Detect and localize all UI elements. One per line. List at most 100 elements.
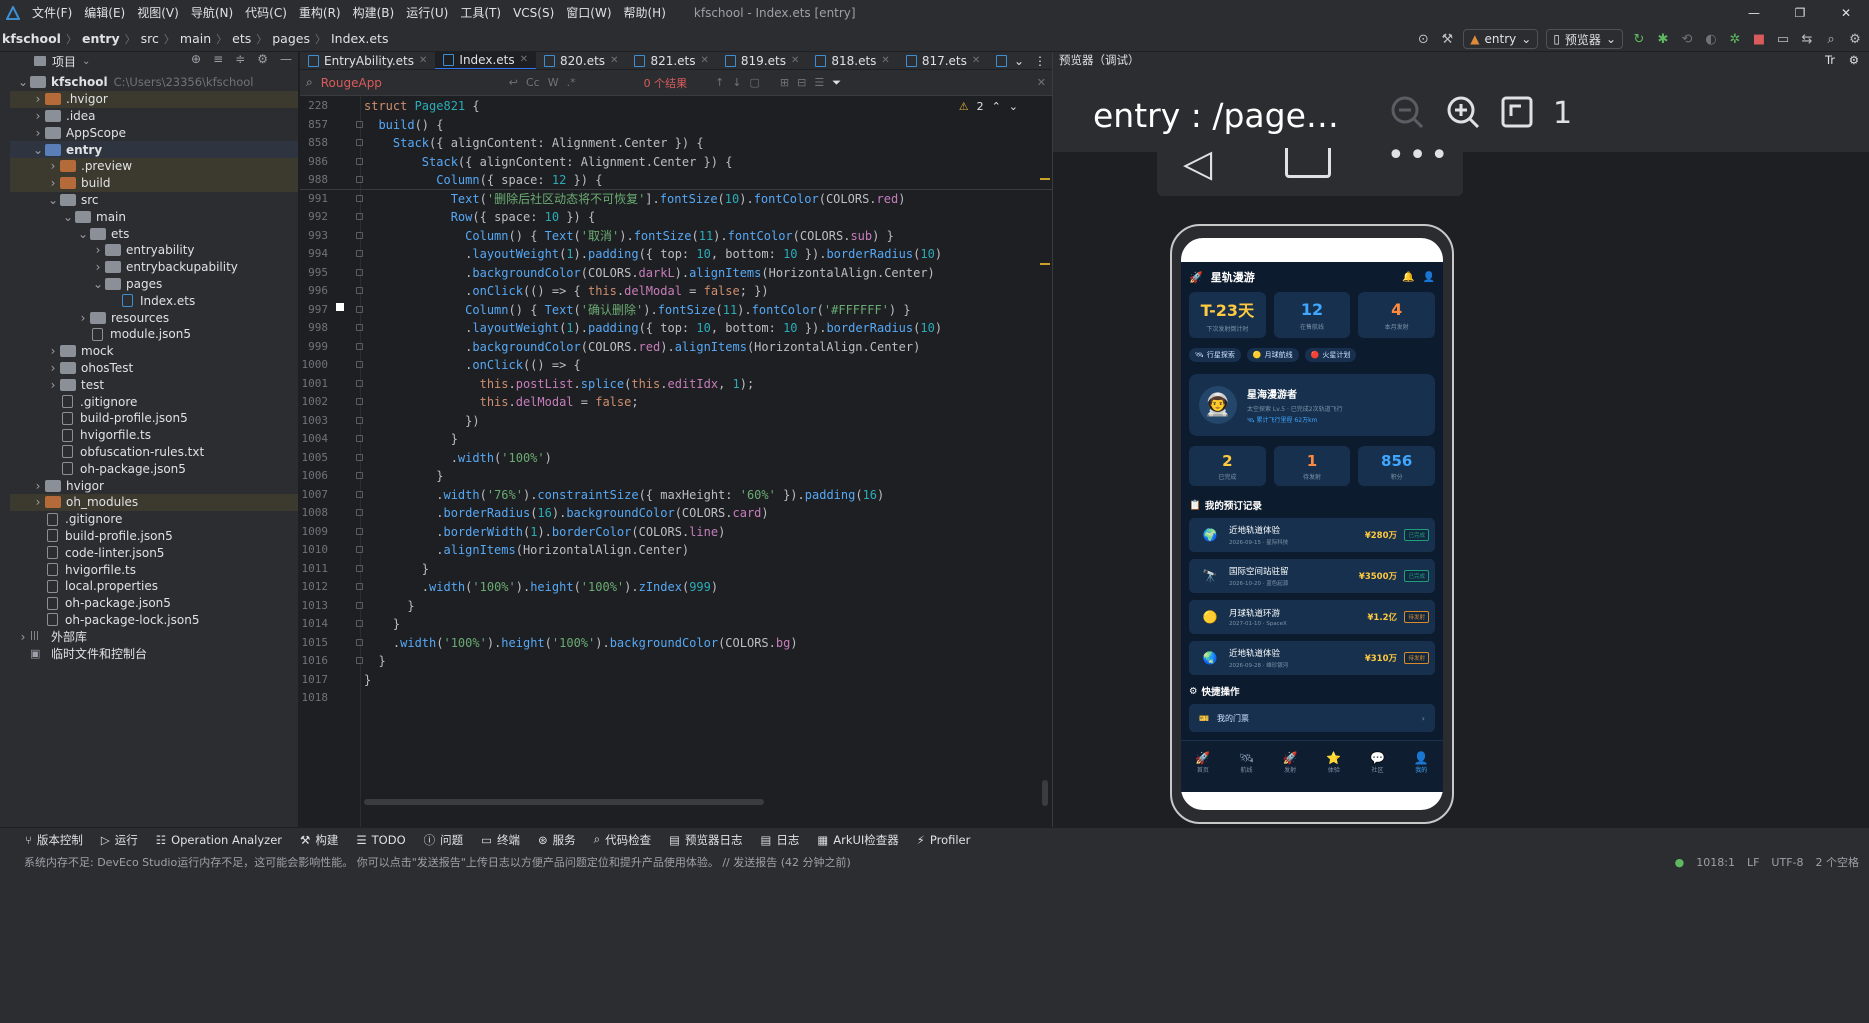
breadcrumb-item[interactable]: ets <box>230 31 253 46</box>
booking-item[interactable]: 🟡 月球轨道环游 2027-01-10 · SpaceX ¥1.2亿 待发射 <box>1189 600 1435 634</box>
close-tab-icon[interactable]: ✕ <box>791 55 799 66</box>
fold-marker[interactable] <box>356 120 363 128</box>
menu-item[interactable]: 导航(N) <box>185 0 239 26</box>
file-encoding[interactable]: UTF-8 <box>1771 856 1803 869</box>
chevron-right-icon[interactable]: › <box>46 159 60 173</box>
breadcrumb-item[interactable]: entry <box>80 31 122 46</box>
chevron-right-icon[interactable]: › <box>31 479 45 493</box>
fold-marker[interactable] <box>356 416 363 424</box>
fold-marker[interactable] <box>356 453 363 461</box>
chevron-down-icon[interactable]: ⌄ <box>82 56 90 67</box>
fold-marker[interactable] <box>356 324 363 331</box>
expand-all-icon[interactable]: ≑ <box>235 52 245 66</box>
bell-icon[interactable]: 🔔 <box>1402 272 1414 283</box>
tree-item[interactable]: › AppScope <box>10 124 298 141</box>
fold-marker[interactable] <box>356 398 363 405</box>
quick-item-tickets[interactable]: 🎫 我的门票 › <box>1189 704 1435 732</box>
chevron-right-icon[interactable]: › <box>16 630 30 644</box>
breakpoint-marker[interactable] <box>336 303 344 311</box>
attach-icon[interactable]: ⟲ <box>1679 31 1695 47</box>
chevron-down-icon[interactable]: ⌄ <box>31 143 45 157</box>
chevron-right-icon[interactable]: › <box>76 311 90 325</box>
fold-marker[interactable] <box>356 287 363 294</box>
inspection-widget[interactable]: ⚠ 2 ⌃ ⌄ <box>959 100 1018 113</box>
chevron-right-icon[interactable]: › <box>91 260 105 274</box>
tree-item[interactable]: › entrybackupability <box>10 259 298 276</box>
tool-window-button[interactable]: ⚡ Profiler <box>908 833 980 847</box>
tabs-overflow[interactable]: ⌄ ⋮ <box>1007 52 1052 69</box>
close-tab-icon[interactable]: ✕ <box>881 55 889 66</box>
fold-marker[interactable] <box>356 139 363 146</box>
status-message[interactable]: 系统内存不足: DevEco Studio运行内存不足，这可能会影响性能。 你可… <box>24 854 851 870</box>
tree-item[interactable]: › .hvigor <box>10 90 298 108</box>
close-tab-icon[interactable]: ✕ <box>610 55 618 66</box>
preview-route[interactable]: entry : /page… <box>1093 96 1339 135</box>
tree-item[interactable]: ⌄ kfschool C:\Users\23356\kfschool <box>10 74 298 91</box>
search-icon[interactable]: ⌕ <box>1823 31 1839 47</box>
tool-window-button[interactable]: ▤ 日志 <box>751 832 808 848</box>
menu-item[interactable]: 工具(T) <box>454 0 507 26</box>
line-separator[interactable]: LF <box>1747 856 1759 869</box>
tree-item[interactable]: › build <box>10 174 298 192</box>
profile-card[interactable]: 👨‍🚀 星海漫游者 太空探索 Lv.5 · 已完成2次轨道飞行 🛰 累计飞行里程… <box>1189 374 1435 436</box>
tree-item[interactable]: ⌄ src <box>10 192 298 209</box>
horizontal-scrollbar[interactable] <box>364 799 764 805</box>
chevron-right-icon[interactable]: › <box>31 495 45 509</box>
tree-item[interactable]: › ohosTest <box>10 360 298 377</box>
tool-window-button[interactable]: ▤ 预览器日志 <box>660 832 751 848</box>
select-all-icon[interactable]: ▢ <box>750 76 760 89</box>
tree-item[interactable]: hvigorfile.ts <box>10 561 298 578</box>
chevron-down-icon[interactable]: ⌄ <box>91 277 105 291</box>
breadcrumb-item[interactable]: src <box>139 31 161 46</box>
tree-item[interactable]: .gitignore <box>10 393 298 410</box>
tool-window-button[interactable]: ⓘ 问题 <box>415 832 473 848</box>
tree-item[interactable]: ⌄ entry <box>10 141 298 158</box>
fold-marker[interactable] <box>356 176 363 183</box>
tree-item[interactable]: › .idea <box>10 108 298 125</box>
gear-icon[interactable]: ⚙ <box>257 52 268 66</box>
tree-item[interactable]: ⌄ pages <box>10 276 298 293</box>
chevron-down-icon[interactable]: ⌄ <box>76 227 90 241</box>
locate-icon[interactable]: ⊕ <box>191 52 201 66</box>
booking-item[interactable]: 🌏 近地轨道体验 2026-09-28 · 维珍银河 ¥310万 待发射 <box>1189 641 1435 675</box>
fold-marker[interactable] <box>356 194 363 202</box>
font-size-icon[interactable]: Tr <box>1825 53 1835 67</box>
hammer-icon[interactable]: ⚒ <box>1439 31 1455 47</box>
chevron-right-icon[interactable]: › <box>31 126 45 140</box>
fold-marker[interactable] <box>356 490 363 498</box>
breadcrumb-item[interactable]: pages <box>270 31 312 46</box>
booking-item[interactable]: 🌍 近地轨道体验 2026-09-15 · 星际科技 ¥280万 已完成 <box>1189 518 1435 552</box>
tool-window-button[interactable]: ⊛ 服务 <box>529 832 585 848</box>
settings-icon[interactable]: ⚙ <box>1847 31 1863 47</box>
tree-item[interactable]: › resources <box>10 309 298 326</box>
menu-item[interactable]: 文件(F) <box>26 0 78 26</box>
rerun-icon[interactable]: ↻ <box>1631 31 1647 47</box>
tool-window-button[interactable]: ☷ Operation Analyzer <box>147 833 291 847</box>
summary-card[interactable]: 1 待发射 <box>1273 446 1351 486</box>
indent-setting[interactable]: 2 个空格 <box>1816 854 1860 870</box>
run-config-select[interactable]: ▲ entry ⌄ <box>1463 29 1539 49</box>
match-case-icon[interactable]: Cc <box>526 76 540 89</box>
tree-item[interactable]: oh-package.json5 <box>10 460 298 477</box>
tree-item[interactable]: build-profile.json5 <box>10 410 298 427</box>
tree-item[interactable]: ⌄ ets <box>10 225 298 242</box>
tree-item[interactable]: › mock <box>10 343 298 360</box>
summary-card[interactable]: 856 积分 <box>1358 446 1436 486</box>
fold-marker[interactable] <box>356 157 363 165</box>
fold-marker[interactable] <box>356 564 363 572</box>
project-title[interactable]: 项目 <box>52 53 76 70</box>
tree-item[interactable]: hvigorfile.ts <box>10 427 298 444</box>
tree-item[interactable]: › ||| 外部库 <box>10 628 298 645</box>
tree-item[interactable]: › entryability <box>10 242 298 259</box>
bottom-tab[interactable]: ⭐ 体验 <box>1312 741 1356 792</box>
tree-item[interactable]: .gitignore <box>10 511 298 528</box>
enter-icon[interactable]: ↩ <box>509 76 518 89</box>
regex-icon[interactable]: .* <box>567 76 576 89</box>
editor-tab[interactable]: Index.ets ✕ <box>435 52 536 69</box>
fold-marker[interactable] <box>356 601 363 609</box>
tree-item[interactable]: › test <box>10 376 298 393</box>
fold-marker[interactable] <box>356 379 363 387</box>
chevron-right-icon[interactable]: › <box>46 176 60 190</box>
search-input[interactable]: RougeApp <box>321 76 501 90</box>
editor-tab[interactable]: EntryAbility.ets ✕ <box>300 52 435 69</box>
